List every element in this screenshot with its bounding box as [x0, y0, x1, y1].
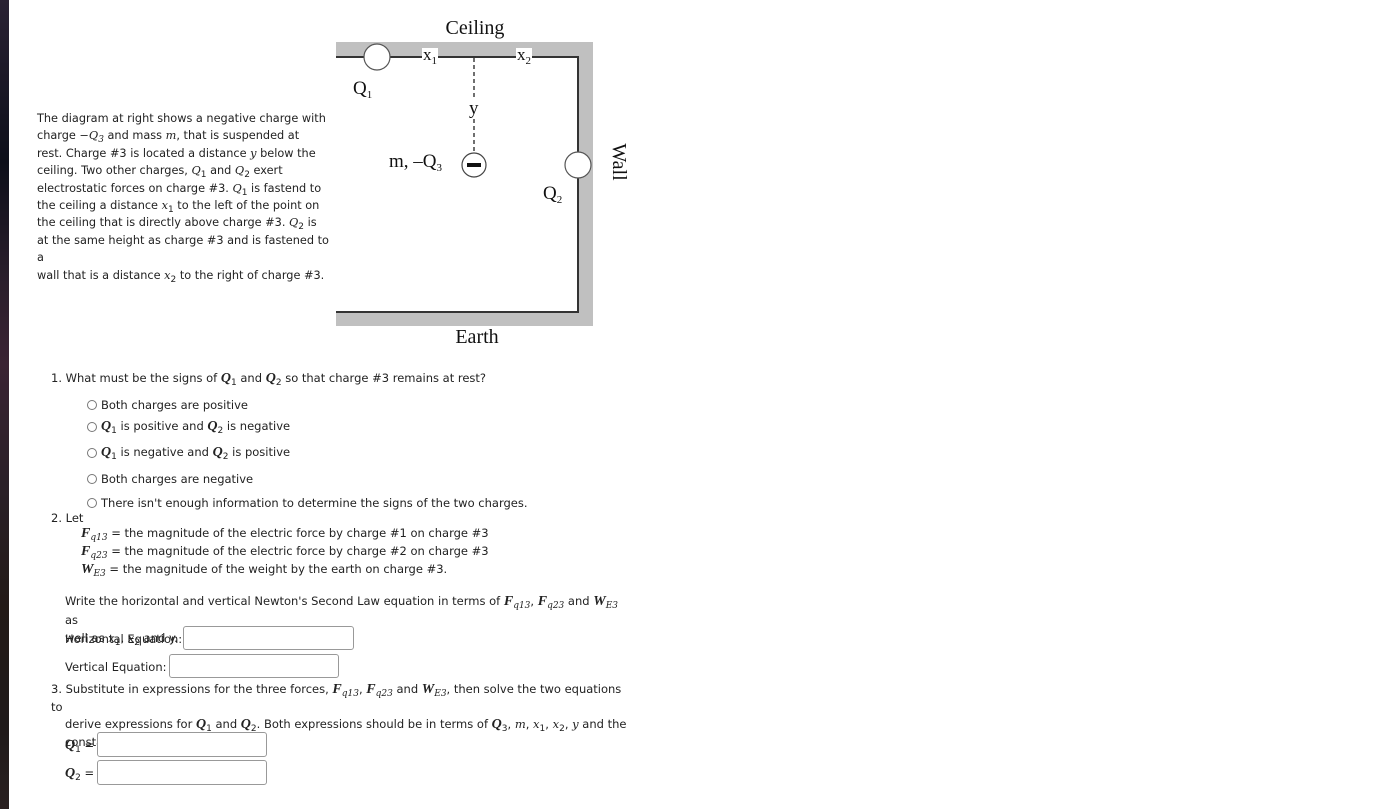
- boundary-line: [336, 56, 579, 313]
- horizontal-equation-input[interactable]: [183, 626, 354, 650]
- q3-label: m, –Q3: [389, 151, 443, 174]
- option-not-enough-info[interactable]: There isn't enough information to determ…: [87, 496, 528, 510]
- background-edge: [0, 0, 9, 809]
- charge-diagram: Ceiling Earth Wall Q1 x1 x2 y m, –Q3 Q2: [335, 14, 635, 354]
- option-both-negative[interactable]: Both charges are negative: [87, 472, 253, 486]
- problem-description: The diagram at right shows a negative ch…: [37, 110, 337, 284]
- intro-line: The diagram at right shows a negative ch…: [37, 112, 326, 125]
- wall-bar: [578, 42, 593, 326]
- option-q1-positive-q2-negative[interactable]: Q1 is positive and Q2 is negative: [87, 419, 291, 436]
- wall-label: Wall: [608, 143, 630, 181]
- option-both-positive[interactable]: Both charges are positive: [87, 398, 248, 412]
- intro-line: the ceiling that is directly above charg…: [37, 216, 317, 233]
- question-1-prompt: 1. What must be the signs of Q1 and Q2 s…: [51, 371, 487, 388]
- intro-line: the ceiling a distance x1 to the left of…: [37, 199, 320, 216]
- intro-line: at the same height as charge #3 and is f…: [37, 233, 329, 265]
- option-q1-negative-q2-positive[interactable]: Q1 is negative and Q2 is positive: [87, 445, 291, 462]
- q2-answer-label: Q2 =: [65, 766, 95, 783]
- definition-fq13: Fq13 = the magnitude of the electric for…: [81, 526, 489, 543]
- ceiling-label: Ceiling: [446, 17, 505, 39]
- vertical-equation-input[interactable]: [169, 654, 339, 678]
- radio-button[interactable]: [87, 400, 97, 410]
- option-label: Q1 is positive and Q2 is negative: [101, 419, 291, 436]
- horizontal-equation-label: Horizontal Equation:: [65, 632, 183, 646]
- q1-answer-label: Q1 =: [65, 738, 95, 755]
- q1-label: Q1: [353, 78, 372, 101]
- q2-answer-input[interactable]: [97, 760, 267, 785]
- radio-button[interactable]: [87, 422, 97, 432]
- intro-line: charge −Q3 and mass m, that is suspended…: [37, 129, 300, 146]
- definition-we3: WE3 = the magnitude of the weight by the…: [81, 562, 448, 579]
- y-label: y: [469, 98, 479, 119]
- radio-button[interactable]: [87, 448, 97, 458]
- radio-button[interactable]: [87, 498, 97, 508]
- intro-line: electrostatic forces on charge #3. Q1 is…: [37, 181, 322, 198]
- charge-q1-circle: [363, 43, 391, 71]
- intro-line: wall that is a distance x2 to the right …: [37, 268, 325, 285]
- question-2-let: 2. Let: [51, 511, 84, 525]
- radio-button[interactable]: [87, 474, 97, 484]
- definition-fq23: Fq23 = the magnitude of the electric for…: [81, 544, 489, 561]
- q1-answer-input[interactable]: [97, 732, 267, 757]
- option-label: Both charges are positive: [101, 398, 248, 412]
- minus-sign-icon: [467, 163, 481, 167]
- q2-label: Q2: [543, 183, 562, 206]
- charge-q2-circle: [564, 151, 592, 179]
- option-label: There isn't enough information to determ…: [101, 496, 528, 510]
- earth-label: Earth: [455, 326, 498, 348]
- intro-line: rest. Charge #3 is located a distance y …: [37, 146, 316, 160]
- vertical-equation-label: Vertical Equation:: [65, 660, 167, 674]
- option-label: Both charges are negative: [101, 472, 254, 486]
- option-label: Q1 is negative and Q2 is positive: [101, 445, 291, 462]
- floor-bar: [336, 312, 593, 326]
- intro-line: ceiling. Two other charges, Q1 and Q2 ex…: [37, 164, 283, 181]
